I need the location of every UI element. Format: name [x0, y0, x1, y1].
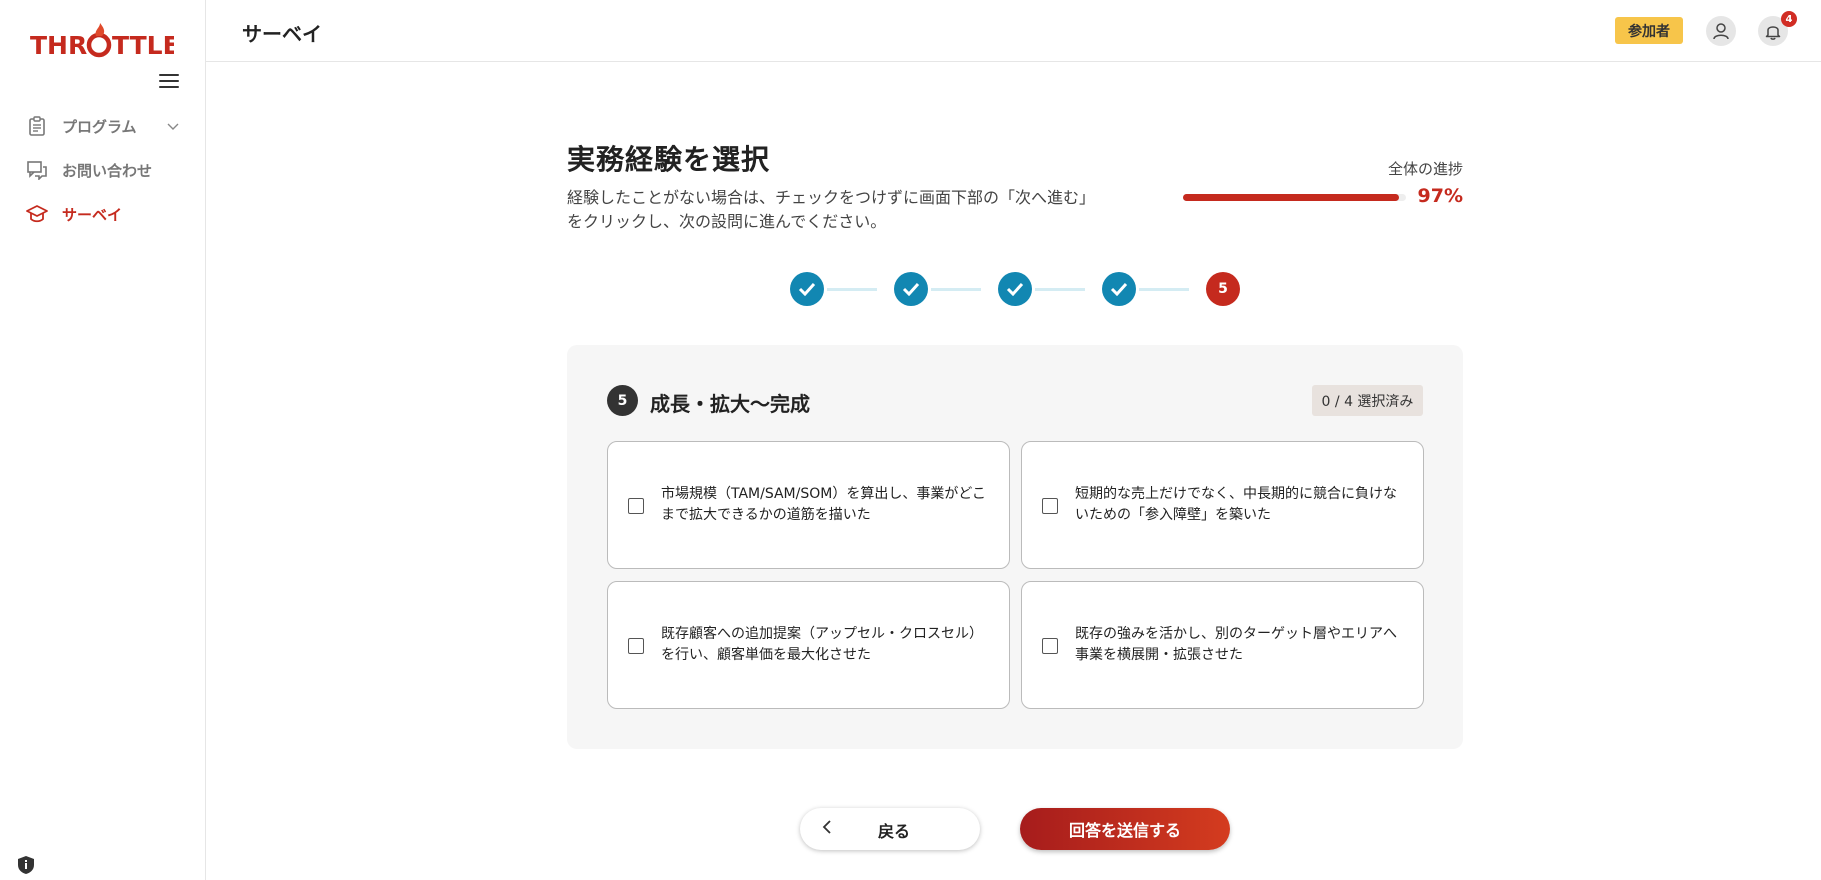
option-checkbox[interactable] — [1042, 638, 1058, 654]
chevron-down-icon[interactable] — [167, 117, 179, 135]
step-3-check-icon — [998, 272, 1032, 306]
step-connector — [1035, 288, 1085, 291]
page-title: サーベイ — [242, 22, 322, 46]
progress-bar-fill — [1183, 194, 1400, 201]
shield-icon[interactable] — [16, 855, 36, 875]
selected-count-badge: 0 / 4 選択済み — [1312, 385, 1423, 416]
sidebar-nav: プログラム お問い合わせ サーベイ — [0, 104, 206, 236]
throttle-logo-icon: THR TTLE — [30, 23, 174, 60]
sidebar-item-label: お問い合わせ — [62, 161, 153, 180]
sidebar-item-survey[interactable]: サーベイ — [0, 192, 206, 236]
step-4-check-icon — [1102, 272, 1136, 306]
question-title: 実務経験を選択 — [567, 143, 771, 176]
step-connector — [931, 288, 981, 291]
option-card[interactable]: 市場規模（TAM/SAM/SOM）を算出し、事業がどこまで拡大できるかの道筋を描… — [607, 441, 1010, 569]
option-text: 短期的な売上だけでなく、中長期的に競合に負けないための「参入障壁」を築いた — [1075, 486, 1397, 523]
user-icon[interactable] — [1706, 16, 1736, 46]
option-checkbox[interactable] — [628, 498, 644, 514]
sidebar-item-contact[interactable]: お問い合わせ — [0, 148, 206, 192]
back-button-label: 戻る — [877, 822, 910, 841]
option-checkbox[interactable] — [628, 638, 644, 654]
chat-icon — [26, 159, 48, 181]
option-text: 既存の強みを活かし、別のターゲット層やエリアへ事業を横展開・拡張させた — [1075, 626, 1397, 663]
sidebar-item-program[interactable]: プログラム — [0, 104, 206, 148]
option-text: 市場規模（TAM/SAM/SOM）を算出し、事業がどこまで拡大できるかの道筋を描… — [661, 486, 986, 523]
option-card[interactable]: 短期的な売上だけでなく、中長期的に競合に負けないための「参入障壁」を築いた — [1021, 441, 1424, 569]
svg-text:THR: THR — [30, 31, 87, 60]
svg-text:TTLE: TTLE — [112, 31, 174, 60]
question-card: 5 成長・拡大〜完成 0 / 4 選択済み 市場規模（TAM/SAM/SOM）を… — [567, 345, 1463, 749]
back-button[interactable]: 戻る — [800, 808, 980, 850]
section-title: 成長・拡大〜完成 — [650, 392, 810, 416]
option-card[interactable]: 既存の強みを活かし、別のターゲット層やエリアへ事業を横展開・拡張させた — [1021, 581, 1424, 709]
sidebar-item-label: サーベイ — [62, 205, 123, 224]
question-description: 経験したことがない場合は、チェックをつけずに画面下部の「次へ進む」をクリックし、… — [567, 188, 1096, 231]
option-card[interactable]: 既存顧客への追加提案（アップセル・クロスセル）を行い、顧客単価を最大化させた — [607, 581, 1010, 709]
clipboard-icon — [26, 115, 48, 137]
submit-button[interactable]: 回答を送信する — [1020, 808, 1230, 850]
top-header: サーベイ 参加者 4 — [206, 0, 1821, 62]
progress-label: 全体の進捗 — [1387, 160, 1463, 178]
sidebar-item-label: プログラム — [62, 117, 137, 136]
section-number: 5 — [607, 385, 638, 416]
step-2-check-icon — [894, 272, 928, 306]
graduation-cap-icon — [26, 203, 48, 225]
step-connector — [827, 288, 877, 291]
step-connector — [1139, 288, 1189, 291]
app-logo[interactable]: THR TTLE — [30, 22, 174, 62]
option-text: 既存顧客への追加提案（アップセル・クロスセル）を行い、顧客単価を最大化させた — [661, 626, 983, 663]
step-1-check-icon — [790, 272, 824, 306]
notification-badge: 4 — [1781, 11, 1797, 27]
progress-percent: 97% — [1417, 185, 1463, 207]
option-checkbox[interactable] — [1042, 498, 1058, 514]
role-badge: 参加者 — [1615, 17, 1683, 44]
progress-bar — [1183, 194, 1406, 201]
step-current: 5 — [1206, 272, 1240, 306]
sidebar: THR TTLE プログラム お問い合わせ サーベイ — [0, 0, 206, 880]
menu-toggle-icon[interactable] — [159, 74, 179, 89]
